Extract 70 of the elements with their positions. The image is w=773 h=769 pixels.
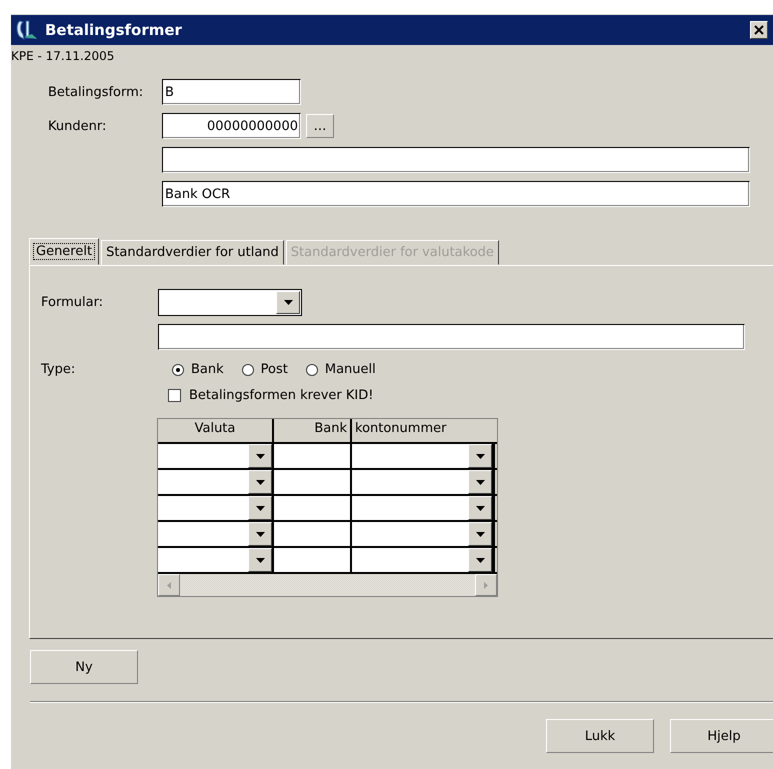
dropdown-button[interactable]	[248, 548, 272, 572]
column-header: Valuta	[158, 419, 274, 442]
tab[interactable]: Standardverdier for utland	[101, 240, 284, 265]
radio-button[interactable]	[172, 364, 184, 376]
dialog-button[interactable]: Lukk	[546, 719, 654, 753]
checkbox-label: Betalingsformen krever KID!	[189, 388, 374, 403]
input-field[interactable]	[158, 324, 745, 350]
grid-cell[interactable]	[158, 470, 274, 494]
dropdown-arrow-icon	[284, 300, 292, 305]
dropdown-arrow-icon	[256, 558, 264, 562]
dialog-button[interactable]: Hjelp	[670, 719, 773, 753]
grid-cell[interactable]	[274, 444, 352, 468]
checkbox[interactable]	[168, 389, 181, 402]
input-field[interactable]: 00000000000	[162, 113, 301, 139]
grid-cell[interactable]	[352, 522, 495, 546]
grid-cell[interactable]	[352, 548, 495, 572]
radio-button[interactable]	[306, 364, 318, 376]
app-logo-icon	[15, 19, 39, 41]
dropdown-arrow-icon	[256, 506, 264, 510]
input-field[interactable]: Bank OCR	[162, 181, 750, 207]
grid-cell[interactable]	[352, 496, 495, 520]
dropdown-button[interactable]	[468, 470, 492, 494]
dropdown-button[interactable]	[248, 444, 272, 468]
grid-cell[interactable]	[352, 470, 495, 494]
grid-cell[interactable]	[274, 548, 352, 572]
column-header: Bank	[274, 419, 352, 442]
new-button[interactable]: Ny	[30, 650, 138, 684]
grid-cell[interactable]	[158, 444, 274, 468]
dropdown-button[interactable]	[468, 496, 492, 520]
grid-cell[interactable]	[274, 496, 352, 520]
dropdown-arrow-icon	[256, 480, 264, 484]
grid-cell[interactable]	[274, 470, 352, 494]
column-header: kontonummer	[354, 420, 448, 438]
field-label: Formular:	[41, 295, 104, 310]
grid-cell[interactable]	[158, 548, 274, 572]
grid-cell[interactable]	[158, 496, 274, 520]
dropdown-arrow-icon	[256, 532, 264, 536]
scroll-left-icon[interactable]	[158, 574, 180, 596]
dropdown-field[interactable]	[158, 289, 302, 316]
dropdown-button[interactable]	[468, 444, 492, 468]
radio-button[interactable]	[242, 364, 254, 376]
dropdown-arrow-icon	[256, 454, 264, 458]
input-field[interactable]	[162, 147, 750, 173]
scroll-right-icon[interactable]	[475, 574, 497, 596]
close-icon[interactable]	[750, 21, 768, 39]
grid-cell[interactable]	[352, 444, 495, 468]
dropdown-button[interactable]	[248, 496, 272, 520]
input-field[interactable]: B	[162, 79, 301, 105]
field-label: Kundenr:	[48, 118, 108, 134]
radio-label: Manuell	[324, 362, 376, 377]
radio-label: Post	[260, 362, 288, 377]
field-label: Betalingsform:	[48, 84, 144, 100]
lookup-button[interactable]: ...	[306, 114, 334, 138]
dropdown-button[interactable]	[248, 470, 272, 494]
dropdown-arrow-icon	[476, 506, 484, 510]
grid-cell[interactable]	[158, 522, 274, 546]
dropdown-arrow-icon	[476, 454, 484, 458]
radio-label: Bank	[191, 362, 224, 377]
window-title: Betalingsformer	[45, 21, 182, 39]
subtitle: KPE - 17.11.2005	[11, 48, 116, 63]
tab[interactable]: Generelt	[29, 238, 100, 265]
dropdown-arrow-icon	[476, 532, 484, 536]
dropdown-button[interactable]	[468, 522, 492, 546]
dropdown-arrow-icon	[476, 480, 484, 484]
grid-cell[interactable]	[274, 522, 352, 546]
field-label: Type:	[41, 362, 76, 377]
dropdown-button[interactable]	[248, 522, 272, 546]
horizontal-scrollbar[interactable]	[158, 574, 497, 596]
dropdown-arrow-icon	[476, 558, 484, 562]
dropdown-button[interactable]	[468, 548, 492, 572]
